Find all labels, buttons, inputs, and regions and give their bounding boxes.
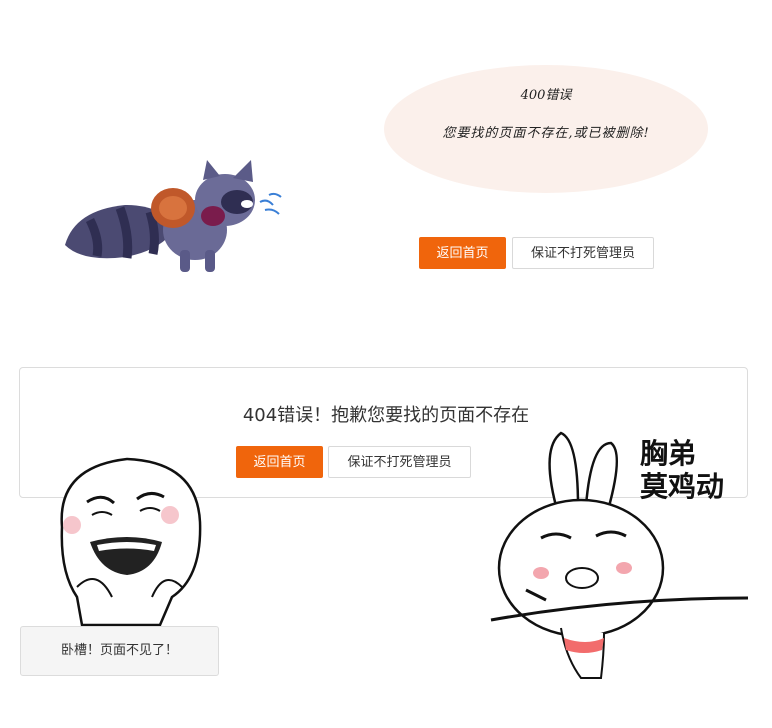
admin-button-card[interactable]: 保证不打死管理员	[328, 446, 471, 478]
bubble-message: 您要找的页面不存在,或已被删除!	[442, 126, 650, 141]
admin-button-top[interactable]: 保证不打死管理员	[512, 237, 654, 269]
home-button-top[interactable]: 返回首页	[419, 237, 506, 269]
bunny-caption-line2: 莫鸡动	[640, 470, 725, 503]
bottom-message-box: 卧槽！页面不见了！	[20, 626, 219, 676]
speech-bubble: 400错误 您要找的页面不存在,或已被删除!	[384, 65, 708, 193]
crying-meme-face	[60, 457, 202, 627]
crying-raccoon-illustration	[65, 160, 282, 272]
home-button-card[interactable]: 返回首页	[236, 446, 323, 478]
bubble-error-code: 400错误	[520, 88, 572, 103]
smoking-bunny-meme	[490, 431, 749, 679]
bunny-caption-line1: 胸弟	[640, 437, 697, 470]
error-card-title: 404错误！抱歉您要找的页面不存在	[242, 405, 530, 426]
bottom-message-text: 卧槽！页面不见了！	[60, 643, 178, 658]
